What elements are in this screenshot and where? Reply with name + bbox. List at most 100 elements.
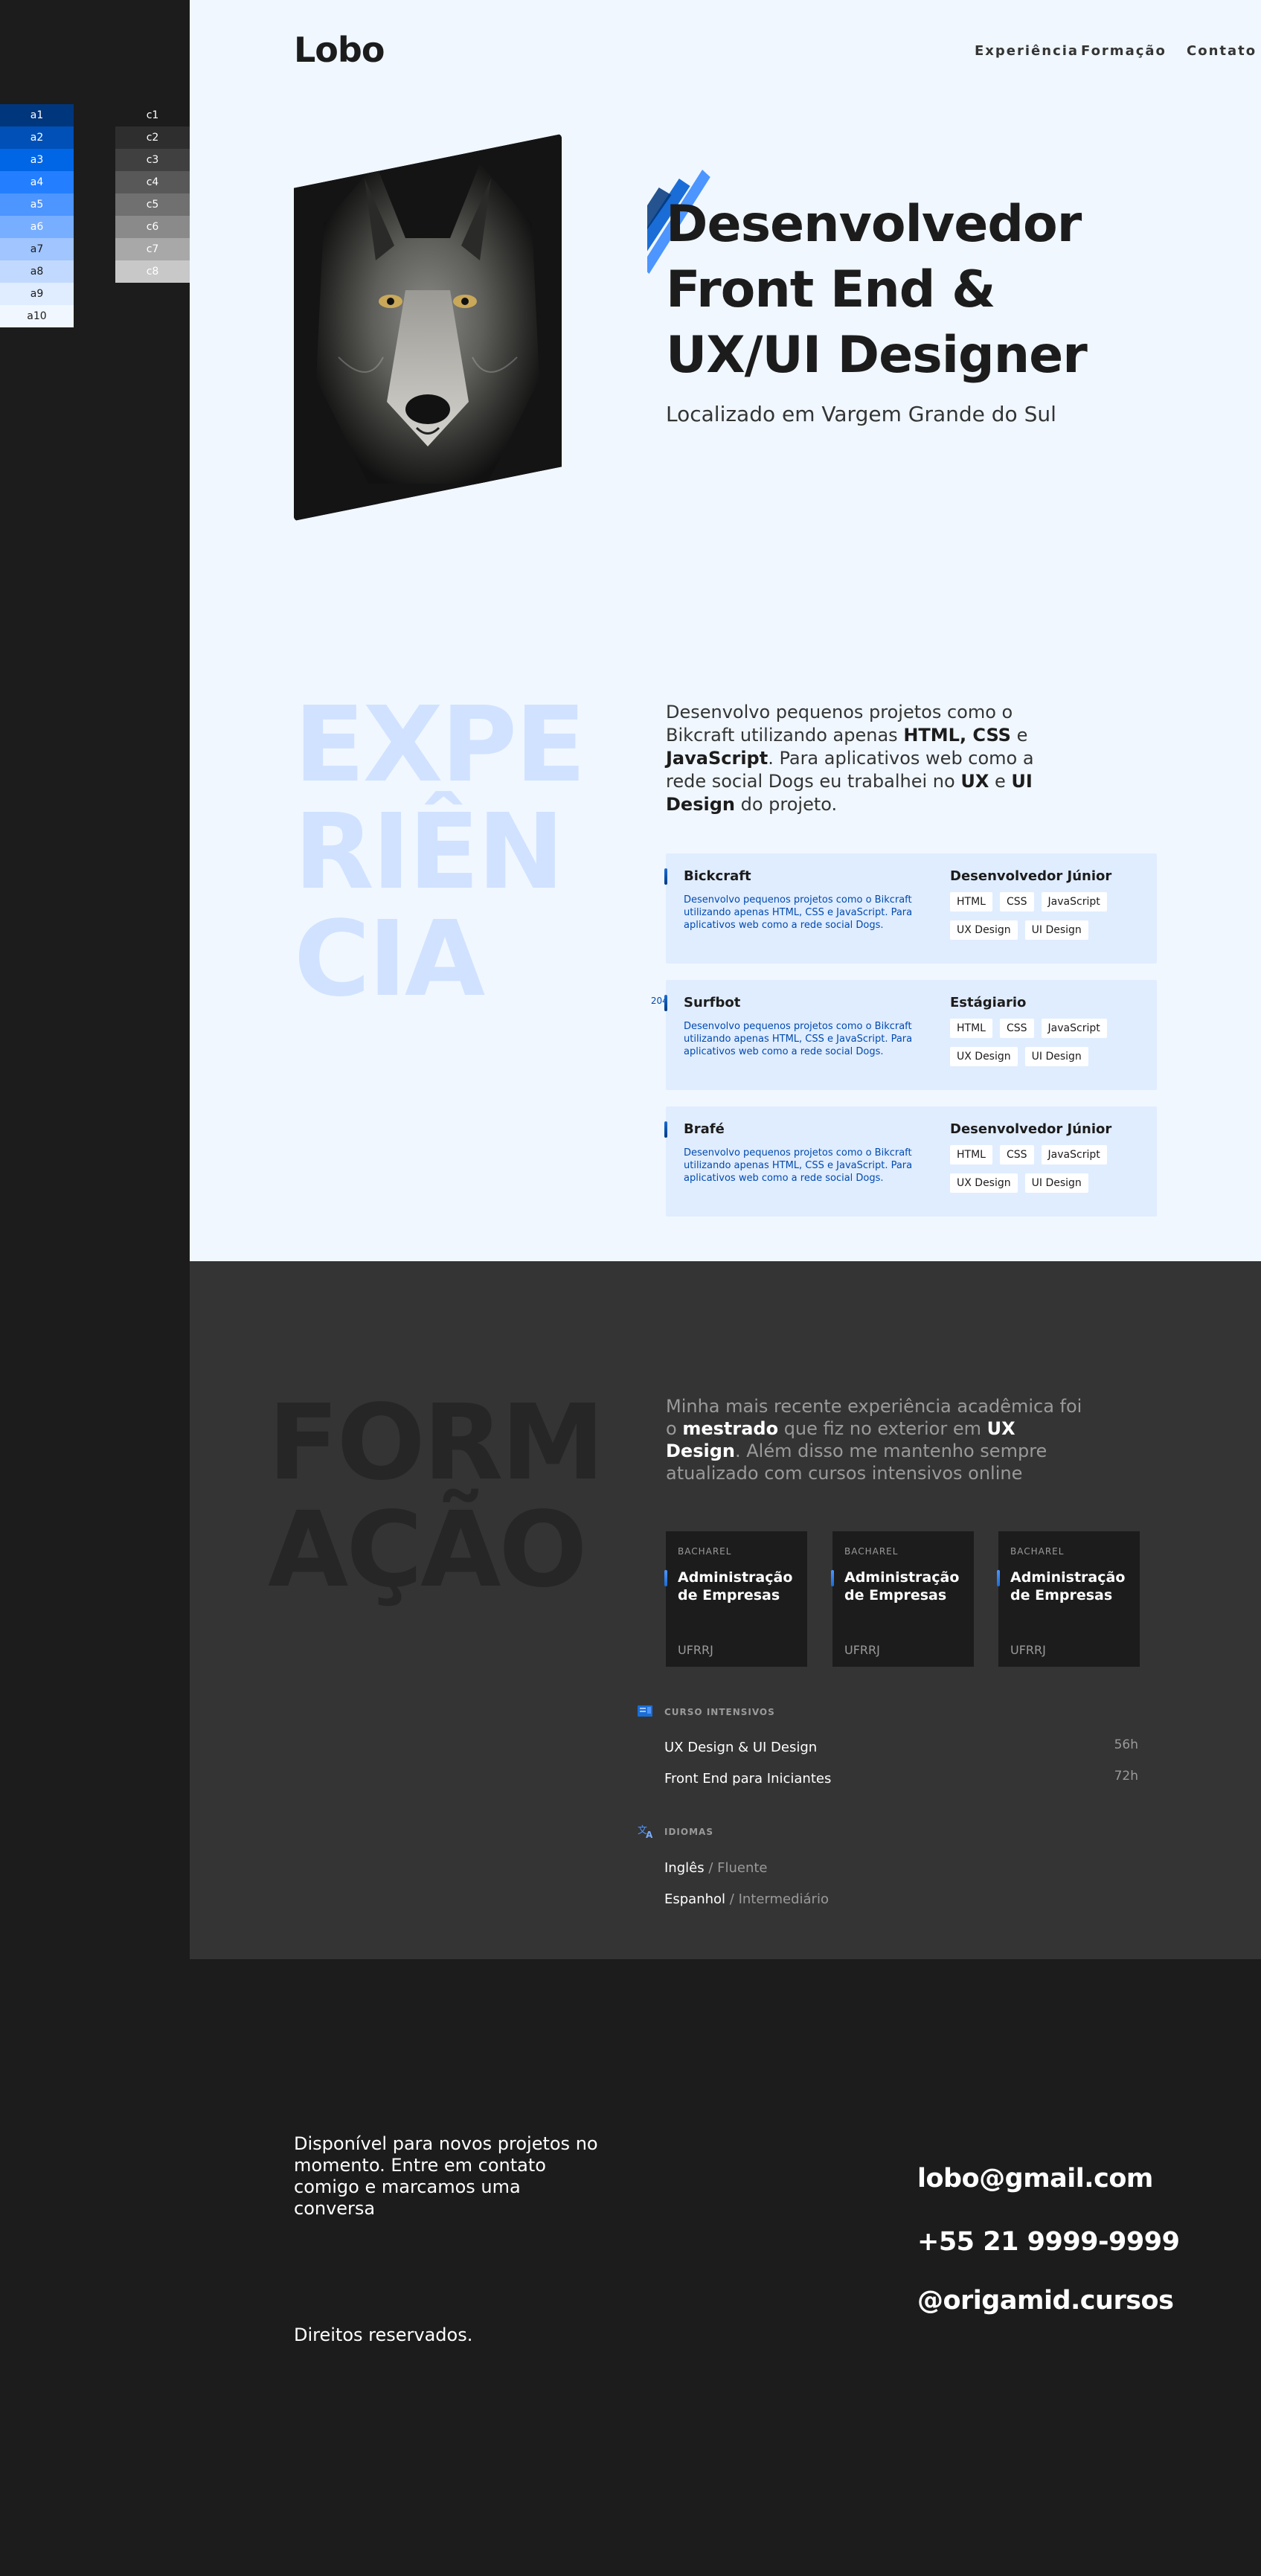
swatch-c: c8 [115,260,190,283]
heading-line: EXPE [294,685,586,806]
job-marker [664,1121,667,1138]
degree-marker [997,1570,1000,1586]
language-sep: / [704,1860,718,1876]
course-name: Front End para Iniciantes [664,1771,832,1787]
nav-link-experiencia[interactable]: Experiência [975,43,1079,59]
translate-icon: 文 A [638,1825,653,1839]
job-company: Surfbot [684,995,741,1010]
job-company: Bickcraft [684,868,751,884]
degree-name: Administração de Empresas [678,1569,793,1603]
language-item: Inglês / Fluente [664,1860,768,1876]
swatch-a: a1 [0,104,74,126]
degree-card: BACHAREL Administração de Empresas UFRRJ [997,1531,1140,1667]
hero-location: Localizado em Vargem Grande do Sul [666,402,1056,426]
swatch-c: c6 [115,216,190,238]
degree-kind: BACHAREL [1010,1546,1065,1557]
contact-email-link[interactable]: lobo@gmail.com [917,2164,1153,2194]
job-card: Surfbot Desenvolvo pequenos projetos com… [664,980,1157,1090]
contact-social-link[interactable]: @origamid.cursos [917,2286,1174,2316]
footer-rights: Direitos reservados. [294,2325,473,2345]
hero-experience-section: Lobo Experiência Formação Contato Desenv… [190,0,1261,1261]
job-description: Desenvolvo pequenos projetos como o Bikc… [684,894,913,931]
language-name: Espanhol [664,1891,726,1907]
skill-tag: UI Design [1024,1047,1088,1066]
color-swatch-panel: a1 a2 a3 a4 a5 a6 a7 a8 a9 a10 c1 c2 c3 … [0,0,190,2576]
course-hours: 56h [1114,1737,1138,1752]
intro-text: e [989,771,1012,792]
hero-title-line: Desenvolvedor [666,195,1082,254]
job-tags: HTML CSS JavaScript UX Design UI Design [950,892,1143,940]
courses-label: CURSO INTENSIVOS [664,1707,775,1717]
degree-institution: UFRRJ [844,1643,880,1657]
experience-intro: Desenvolvo pequenos projetos como o Bikc… [666,701,1068,816]
course-name: UX Design & UI Design [664,1740,818,1755]
hero-title-line: Front End & [666,260,995,319]
experience-heading: EXPE RIÊN CIA [294,685,586,1020]
swatch-c: c5 [115,193,190,216]
swatch-a: a7 [0,238,74,260]
job-role: Estágiario [950,995,1027,1010]
heading-line: FORM [268,1382,605,1504]
swatch-c: c7 [115,238,190,260]
swatch-c: c3 [115,149,190,171]
job-role: Desenvolvedor Júnior [950,868,1112,884]
job-marker [664,995,667,1011]
contact-phone-link[interactable]: +55 21 9999-9999 [917,2227,1180,2257]
language-name: Inglês [664,1860,705,1876]
skill-tag: HTML [950,1145,992,1164]
job-description: Desenvolvo pequenos projetos como o Bikc… [684,1021,913,1057]
degree-institution: UFRRJ [1010,1643,1046,1657]
swatch-a: a5 [0,193,74,216]
job-tags: HTML CSS JavaScript UX Design UI Design [950,1019,1143,1066]
skill-tag: JavaScript [1041,1145,1107,1164]
degree-institution: UFRRJ [678,1643,713,1657]
hero-title-line: UX/UI Designer [666,326,1088,385]
heading-line: AÇÃO [268,1490,587,1611]
job-card: Brafé Desenvolvo pequenos projetos como … [664,1106,1157,1217]
swatch-a: a8 [0,260,74,283]
degree-name: Administração de Empresas [844,1569,960,1603]
portfolio-page: Lobo Experiência Formação Contato Desenv… [190,0,1261,2576]
book-icon [638,1705,652,1717]
skill-tag: CSS [999,892,1034,911]
degree-marker [831,1570,834,1586]
skill-tag: UI Design [1024,920,1088,940]
swatch-a: a10 [0,305,74,327]
skill-tag: HTML [950,892,992,911]
nav-link-formacao[interactable]: Formação [1081,43,1167,59]
svg-text:A: A [646,1830,653,1839]
degree-kind: BACHAREL [844,1546,899,1557]
intro-bold: mestrado [682,1418,779,1439]
degree-card: BACHAREL Administração de Empresas UFRRJ [664,1531,807,1667]
language-level: Intermediário [738,1891,829,1907]
course-hours: 72h [1114,1769,1138,1784]
wolf-photo [294,134,562,521]
swatch-a: a6 [0,216,74,238]
skill-tag: UX Design [950,1173,1018,1193]
job-card: Bickcraft Desenvolvo pequenos projetos c… [664,853,1157,964]
degree-kind: BACHAREL [678,1546,732,1557]
education-intro: Minha mais recente experiência acadêmica… [666,1395,1082,1484]
site-logo[interactable]: Lobo [294,30,385,70]
skill-tag: JavaScript [1041,1019,1107,1038]
language-sep: / [725,1891,739,1907]
skill-tag: CSS [999,1019,1034,1038]
footer-availability: Disponível para novos projetos no moment… [294,2133,598,2219]
swatch-column-a: a1 a2 a3 a4 a5 a6 a7 a8 a9 a10 [0,104,74,327]
skill-tag: JavaScript [1041,892,1107,911]
footer-section [190,1959,1261,2576]
intro-bold: HTML, CSS [903,725,1011,746]
job-tags: HTML CSS JavaScript UX Design UI Design [950,1145,1143,1193]
intro-bold: JavaScript [666,748,769,769]
degree-marker [664,1570,667,1586]
swatch-a: a4 [0,171,74,193]
swatch-column-c: c1 c2 c3 c4 c5 c6 c7 c8 [115,104,190,283]
skill-tag: UX Design [950,1047,1018,1066]
nav-link-contato[interactable]: Contato [1187,43,1257,59]
hero-title: Desenvolvedor Front End & UX/UI Designer [666,192,1112,388]
heading-line: CIA [294,899,485,1020]
swatch-a: a2 [0,126,74,149]
swatch-c: c2 [115,126,190,149]
intro-bold: UX [960,771,989,792]
swatch-c: c1 [115,104,190,126]
